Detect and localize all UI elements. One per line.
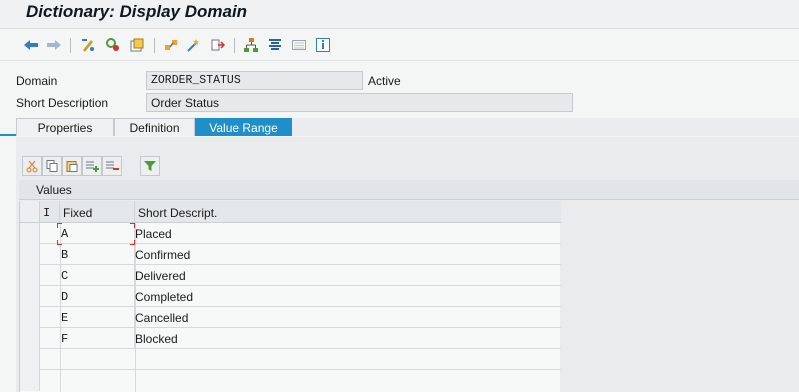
row-selector[interactable] xyxy=(20,244,40,265)
paste-row-icon[interactable] xyxy=(62,156,82,176)
short-description-cell[interactable]: Placed xyxy=(135,223,561,244)
back-arrow-icon[interactable] xyxy=(22,36,40,54)
cell-focus-marker xyxy=(57,223,135,245)
column-header-indicator[interactable]: I xyxy=(40,201,60,223)
column-header-fixed[interactable]: Fixed xyxy=(60,201,135,223)
forward-arrow-icon[interactable] xyxy=(45,36,63,54)
check-icon[interactable] xyxy=(162,36,180,54)
values-table-title: Values xyxy=(19,180,799,200)
table-row-empty[interactable] xyxy=(20,349,561,370)
short-description-label: Short Description xyxy=(16,96,109,110)
cut-row-icon[interactable] xyxy=(22,156,42,176)
fixed-value-cell[interactable]: D xyxy=(60,286,135,307)
copy-row-icon[interactable] xyxy=(42,156,62,176)
documentation-icon[interactable] xyxy=(266,36,284,54)
other-object-icon[interactable] xyxy=(104,36,122,54)
display-change-icon[interactable] xyxy=(79,36,97,54)
row-selector[interactable] xyxy=(20,223,40,244)
tab-strip: Properties Definition Value Range xyxy=(0,118,799,136)
toolbar-separator xyxy=(70,38,71,53)
column-header-short-description[interactable]: Short Descript. xyxy=(135,201,561,223)
row-selector[interactable] xyxy=(20,265,40,286)
row-selector-header[interactable] xyxy=(20,201,40,223)
fixed-value-cell[interactable]: C xyxy=(60,265,135,286)
domain-status: Active xyxy=(368,74,401,88)
short-description-cell[interactable]: Delivered xyxy=(135,265,561,286)
fixed-value-cell[interactable]: E xyxy=(60,307,135,328)
short-description-cell[interactable]: Blocked xyxy=(135,328,561,349)
application-toolbar xyxy=(0,29,799,61)
transport-icon[interactable] xyxy=(209,36,227,54)
delete-row-icon[interactable] xyxy=(102,156,122,176)
row-selector[interactable] xyxy=(20,286,40,307)
row-selector[interactable] xyxy=(20,328,40,349)
tab-value-range[interactable]: Value Range xyxy=(195,118,292,136)
fixed-value-cell[interactable]: F xyxy=(60,328,135,349)
insert-row-icon[interactable] xyxy=(82,156,102,176)
table-row[interactable]: E Cancelled xyxy=(20,307,561,328)
table-row[interactable]: D Completed xyxy=(20,286,561,307)
hierarchy-icon[interactable] xyxy=(242,36,260,54)
table-row-empty[interactable] xyxy=(20,370,561,391)
values-title-text: Values xyxy=(36,183,72,197)
tab-strip-background xyxy=(292,118,799,136)
row-selector[interactable] xyxy=(20,307,40,328)
where-used-icon[interactable] xyxy=(185,36,203,54)
tab-properties[interactable]: Properties xyxy=(16,118,114,136)
short-description-field[interactable]: Order Status xyxy=(146,93,573,112)
domain-label: Domain xyxy=(16,74,58,88)
page-title: Dictionary: Display Domain xyxy=(26,2,248,21)
short-description-cell[interactable]: Completed xyxy=(135,286,561,307)
info-icon[interactable] xyxy=(314,36,332,54)
filter-icon[interactable] xyxy=(140,156,160,176)
title-bar: Dictionary: Display Domain xyxy=(0,0,799,29)
short-description-cell[interactable]: Confirmed xyxy=(135,244,561,265)
tab-definition[interactable]: Definition xyxy=(114,118,195,136)
domain-field[interactable]: ZORDER_STATUS xyxy=(146,71,363,90)
toolbar-separator xyxy=(234,38,235,53)
toolbar-separator xyxy=(154,38,155,53)
row-selector[interactable] xyxy=(20,370,40,391)
fixed-value-cell[interactable]: B xyxy=(60,244,135,265)
table-row[interactable]: C Delivered xyxy=(20,265,561,286)
table-row[interactable]: B Confirmed xyxy=(20,244,561,265)
row-selector[interactable] xyxy=(20,349,40,370)
table-row[interactable]: F Blocked xyxy=(20,328,561,349)
list-icon[interactable] xyxy=(290,36,308,54)
short-description-cell[interactable]: Cancelled xyxy=(135,307,561,328)
activate-icon[interactable] xyxy=(128,36,146,54)
